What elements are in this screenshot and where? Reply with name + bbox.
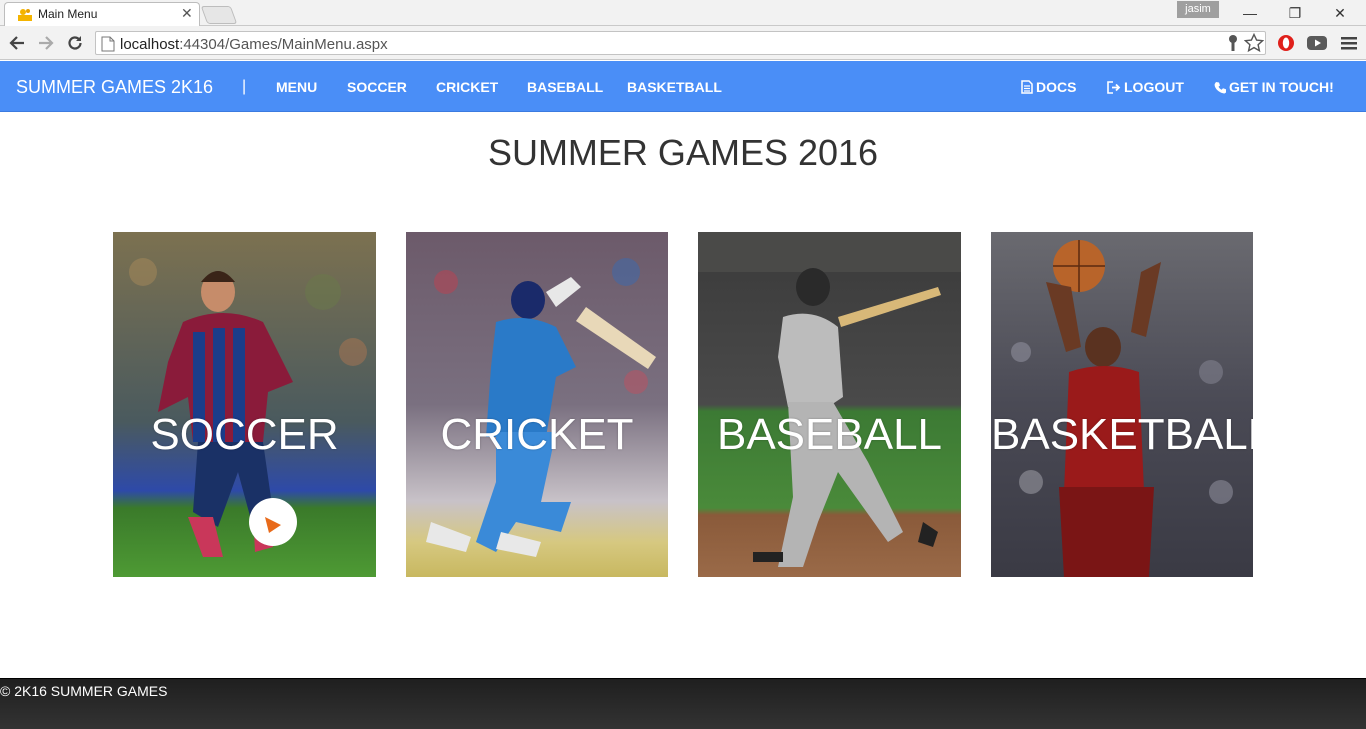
card-label-cricket: CRICKET <box>440 410 634 459</box>
logout-label: LOGOUT <box>1124 79 1184 95</box>
url-text: localhost:44304/Games/MainMenu.aspx <box>120 36 388 53</box>
site-navbar: SUMMER GAMES 2K16 | MENU SOCCER CRICKET … <box>0 61 1366 112</box>
restore-button[interactable]: ❐ <box>1273 2 1317 24</box>
soccer-photo <box>113 232 376 577</box>
opera-extension-icon[interactable] <box>1275 32 1297 54</box>
logout-icon <box>1107 81 1121 94</box>
nav-link-docs[interactable]: DOCS <box>1021 79 1076 95</box>
back-icon[interactable] <box>6 32 28 54</box>
baseball-photo <box>698 232 961 577</box>
close-window-button[interactable]: ✕ <box>1318 2 1362 24</box>
footer-copyright: © 2K16 SUMMER GAMES <box>0 683 168 699</box>
card-label-soccer: SOCCER <box>150 410 339 459</box>
site-footer: © 2K16 SUMMER GAMES <box>0 678 1366 729</box>
contact-label: GET IN TOUCH! <box>1229 79 1334 95</box>
page-favicon-icon <box>18 9 32 21</box>
bookmark-star-icon[interactable] <box>1243 32 1265 54</box>
nav-link-cricket[interactable]: CRICKET <box>436 79 498 95</box>
reload-icon[interactable] <box>64 32 86 54</box>
nav-separator: | <box>242 78 247 95</box>
sport-card-soccer[interactable]: SOCCER <box>113 232 376 577</box>
nav-link-baseball[interactable]: BASEBALL <box>527 79 603 95</box>
new-tab-button[interactable] <box>200 6 238 24</box>
sport-card-baseball[interactable]: BASEBALL <box>698 232 961 577</box>
profile-badge[interactable]: jasim <box>1177 1 1219 18</box>
browser-tabstrip: Main Menu ✕ jasim — ❐ ✕ <box>0 0 1366 26</box>
menu-icon[interactable] <box>1338 32 1360 54</box>
video-extension-icon[interactable] <box>1306 32 1328 54</box>
address-bar[interactable]: localhost:44304/Games/MainMenu.aspx <box>95 31 1266 55</box>
nav-link-contact[interactable]: GET IN TOUCH! <box>1214 79 1334 95</box>
forward-icon[interactable] <box>35 32 57 54</box>
tab-title: Main Menu <box>38 7 98 21</box>
cricket-photo <box>406 232 668 577</box>
sport-card-cricket[interactable]: CRICKET <box>406 232 668 577</box>
key-icon[interactable] <box>1222 32 1244 54</box>
phone-icon <box>1214 82 1227 94</box>
brand-link[interactable]: SUMMER GAMES 2K16 <box>16 77 213 98</box>
page-title: SUMMER GAMES 2016 <box>487 132 879 173</box>
nav-link-menu[interactable]: MENU <box>276 79 317 95</box>
nav-link-logout[interactable]: LOGOUT <box>1107 79 1184 95</box>
nav-link-soccer[interactable]: SOCCER <box>347 79 407 95</box>
docs-label: DOCS <box>1036 79 1077 95</box>
card-label-baseball: BASEBALL <box>716 410 943 459</box>
browser-tab[interactable]: Main Menu ✕ <box>4 2 200 26</box>
card-label-basketball: BASKETBALL <box>991 410 1253 459</box>
browser-toolbar: localhost:44304/Games/MainMenu.aspx <box>0 26 1366 60</box>
page-icon <box>101 36 115 52</box>
document-icon <box>1021 80 1033 94</box>
minimize-button[interactable]: — <box>1228 2 1272 24</box>
nav-link-basketball[interactable]: BASKETBALL <box>627 79 722 95</box>
sport-card-basketball[interactable]: BASKETBALL <box>991 232 1253 577</box>
tab-close-icon[interactable]: ✕ <box>181 5 193 22</box>
basketball-photo <box>991 232 1253 577</box>
